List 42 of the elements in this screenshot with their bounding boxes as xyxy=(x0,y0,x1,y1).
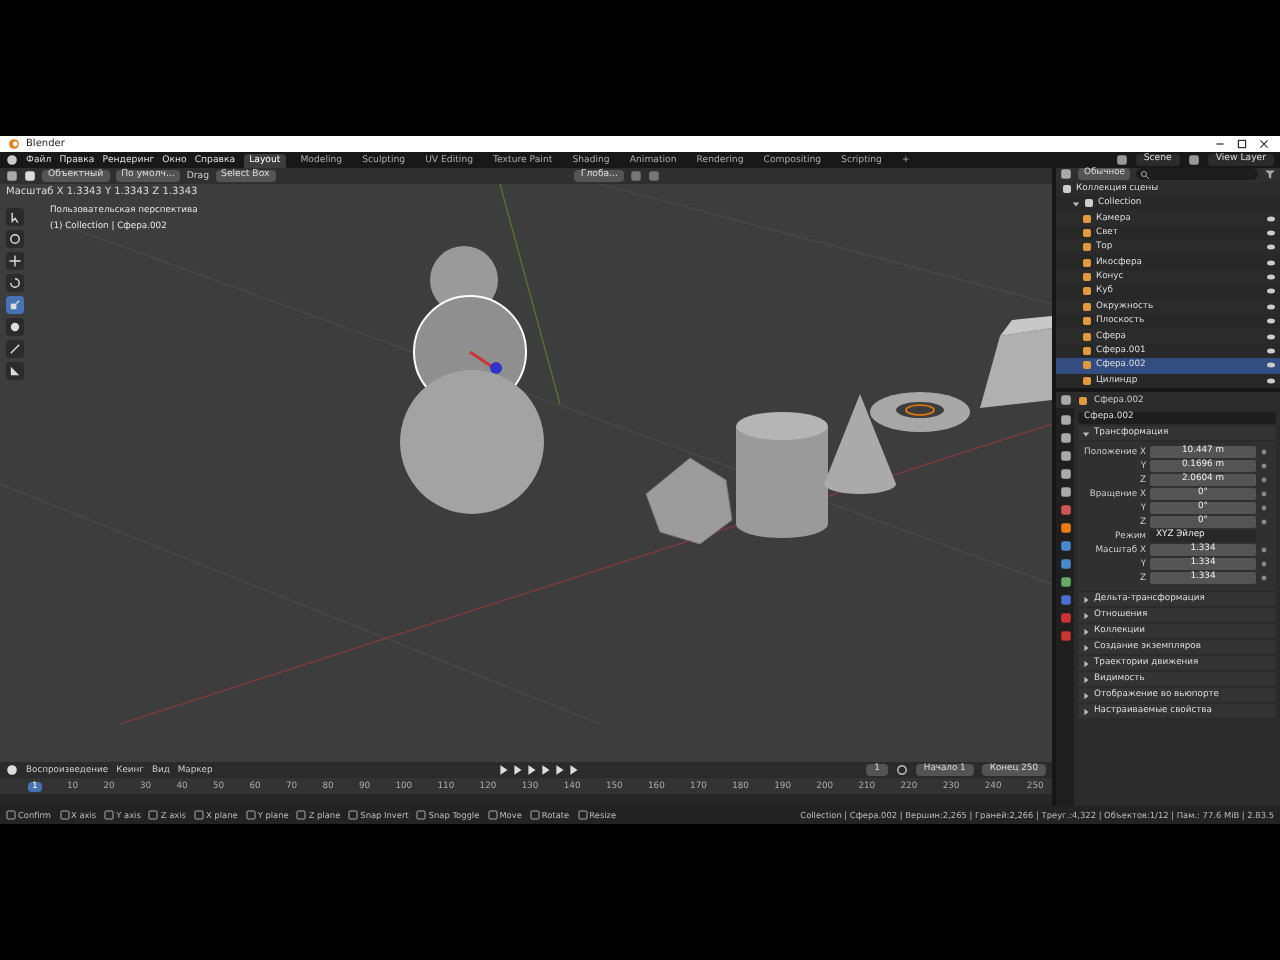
cone-drawing xyxy=(824,394,896,494)
sphere-drawing xyxy=(400,370,544,514)
cylinder-drawing xyxy=(736,412,828,538)
keyframe-dot-icon xyxy=(1260,546,1268,554)
measure-tool-button[interactable] xyxy=(6,362,24,380)
keyframe-dot-icon xyxy=(1260,518,1268,526)
keyframe-dot-icon xyxy=(1260,574,1268,582)
key-icon xyxy=(487,810,498,820)
key-icon xyxy=(296,810,307,820)
close-icon xyxy=(1256,138,1272,150)
annotate-tool-button[interactable] xyxy=(6,340,24,358)
keyframe-dot-icon xyxy=(1260,462,1268,470)
key-icon xyxy=(529,810,540,820)
rotate-tool-button[interactable] xyxy=(6,274,24,292)
key-icon xyxy=(416,810,427,820)
move-tool-button[interactable] xyxy=(6,252,24,270)
stopwatch-icon xyxy=(895,764,908,776)
transform-tool-button[interactable] xyxy=(6,318,24,336)
key-icon xyxy=(348,810,359,820)
keyframe-dot-icon xyxy=(1260,476,1268,484)
keyframe-dot-icon xyxy=(1260,448,1268,456)
key-icon xyxy=(193,810,204,820)
maximize-icon xyxy=(1234,138,1250,150)
keyframe-dot-icon xyxy=(1260,560,1268,568)
key-icon xyxy=(104,810,115,820)
minimize-icon xyxy=(1212,138,1228,150)
key-icon xyxy=(59,810,70,820)
cube-drawing xyxy=(980,316,1052,408)
torus-drawing xyxy=(870,392,970,432)
search-field[interactable] xyxy=(1136,168,1258,181)
key-icon xyxy=(245,810,256,820)
key-icon xyxy=(148,810,159,820)
select-tool-button[interactable] xyxy=(6,208,24,226)
key-icon xyxy=(6,810,16,820)
scale-tool-button[interactable] xyxy=(6,296,24,314)
key-icon xyxy=(577,810,588,820)
search-icon xyxy=(1140,169,1151,180)
icosphere-drawing xyxy=(645,457,733,545)
keyframe-dot-icon xyxy=(1260,490,1268,498)
filter-icon xyxy=(1264,168,1276,181)
keyframe-dot-icon xyxy=(1260,504,1268,512)
cursor-tool-button[interactable] xyxy=(6,230,24,248)
